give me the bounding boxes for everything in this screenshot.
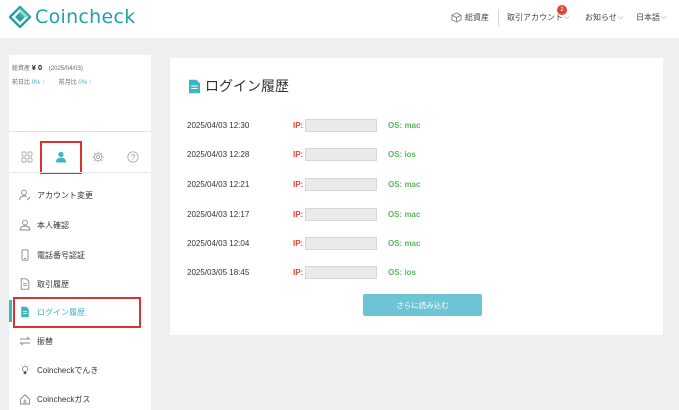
menu-item-label: 本人確認 xyxy=(37,220,69,230)
login-row: 2025/04/03 12:17 IP: OS: mac xyxy=(170,208,663,222)
menu-item-label: 振替 xyxy=(37,336,53,346)
question-icon xyxy=(127,151,139,163)
balance-row: 総資産 ¥ 0 (2025/04/03) xyxy=(12,63,83,72)
ip-label: IP: xyxy=(293,210,304,219)
ip-label: IP: xyxy=(293,239,304,248)
login-datetime: 2025/04/03 12:28 xyxy=(187,150,250,159)
login-datetime: 2025/04/03 12:04 xyxy=(187,239,250,248)
ip-label: IP: xyxy=(293,121,304,130)
notices-dropdown[interactable]: お知らせ ⌵ xyxy=(585,12,623,23)
ip-redacted-box xyxy=(305,178,377,191)
load-more-button[interactable]: さらに読み込む xyxy=(363,294,482,316)
ip-redacted-box xyxy=(305,119,377,132)
sidebar: 総資産 ¥ 0 (2025/04/03) 前日比 0% ↑ 前月比 0% ↑ ア… xyxy=(9,55,151,410)
menu-item-label: 電話番号認証 xyxy=(37,250,85,260)
login-os: OS: mac xyxy=(388,210,421,219)
login-history-panel: ログイン履歴 2025/04/03 12:30 IP: OS: mac 2025… xyxy=(170,58,663,335)
menu-item-label: アカウント変更 xyxy=(37,190,93,200)
grid-icon xyxy=(21,151,33,163)
menu-item-label: Coincheckガス xyxy=(37,394,91,404)
login-row: 2025/03/05 18:45 IP: OS: ios xyxy=(170,266,663,280)
chevron-down-icon: ⌵ xyxy=(564,13,570,21)
login-datetime: 2025/04/03 12:21 xyxy=(187,180,250,189)
menu-item-gas[interactable]: Coincheckガス xyxy=(9,387,151,410)
total-assets-link[interactable]: 総資産 xyxy=(451,12,489,23)
notices-label: お知らせ xyxy=(585,13,617,22)
login-datetime: 2025/04/03 12:30 xyxy=(187,121,250,130)
brand-name: Coincheck xyxy=(35,6,136,28)
coincheck-logo[interactable]: Coincheck xyxy=(9,6,136,28)
prev-month-label: 前月比 xyxy=(58,80,77,86)
language-label: 日本語 xyxy=(636,13,660,22)
document-icon xyxy=(20,278,30,290)
user-edit-icon xyxy=(19,189,31,201)
prev-day-label: 前日比 xyxy=(12,80,31,86)
login-os: OS: ios xyxy=(388,268,417,277)
login-row: 2025/04/03 12:04 IP: OS: mac xyxy=(170,237,663,251)
trade-account-label: 取引アカウント xyxy=(507,13,563,22)
login-row: 2025/04/03 12:21 IP: OS: mac xyxy=(170,178,663,192)
login-datetime: 2025/04/03 12:17 xyxy=(187,210,250,219)
chevron-down-icon: ⌵ xyxy=(617,13,624,21)
ip-redacted-box xyxy=(305,237,377,250)
total-assets-label: 総資産 xyxy=(465,13,489,22)
menu-item-trade-history[interactable]: 取引履歴 xyxy=(9,272,151,296)
tab-dashboard[interactable] xyxy=(18,148,36,166)
login-datetime: 2025/03/05 18:45 xyxy=(187,268,250,277)
total-assets-value: ¥ 0 xyxy=(31,63,43,72)
ip-label: IP: xyxy=(293,268,304,277)
transfer-icon xyxy=(19,336,31,346)
top-header: Coincheck 総資産 取引アカウント ⌵ 2 お知らせ ⌵ 日本語 ⌵ xyxy=(0,0,679,38)
chevron-down-icon: ⌵ xyxy=(661,13,667,21)
prev-month-value: 0% ↑ xyxy=(78,80,92,86)
phone-icon xyxy=(21,249,29,261)
total-assets-caption: 総資産 xyxy=(12,66,31,72)
menu-item-electricity[interactable]: Coincheckでんき xyxy=(9,358,151,382)
coincheck-logo-icon xyxy=(9,6,31,28)
menu-item-identity[interactable]: 本人確認 xyxy=(9,213,151,237)
menu-highlight-box xyxy=(13,297,141,328)
ip-redacted-box xyxy=(305,266,377,279)
lightbulb-icon xyxy=(19,364,31,375)
tab-settings[interactable] xyxy=(89,148,107,166)
menu-item-label: Coincheckでんき xyxy=(37,365,99,375)
tab-highlight-box xyxy=(40,141,82,174)
ip-redacted-box xyxy=(305,148,377,161)
language-dropdown[interactable]: 日本語 ⌵ xyxy=(636,12,666,23)
balance-divider xyxy=(9,131,151,132)
ip-label: IP: xyxy=(293,180,304,189)
login-row: 2025/04/03 12:28 IP: OS: ios xyxy=(170,148,663,162)
user-icon xyxy=(19,219,31,231)
prev-day-value: 0% ↑ xyxy=(31,80,46,86)
login-os: OS: ios xyxy=(388,150,417,159)
page-title: ログイン履歴 xyxy=(188,76,289,96)
page-title-text: ログイン履歴 xyxy=(205,78,289,94)
cube-icon xyxy=(451,12,462,23)
login-os: OS: mac xyxy=(388,121,421,130)
header-divider xyxy=(498,10,499,26)
login-row: 2025/04/03 12:30 IP: OS: mac xyxy=(170,119,663,133)
gear-icon xyxy=(92,151,104,163)
login-os: OS: mac xyxy=(388,180,421,189)
login-os: OS: mac xyxy=(388,239,421,248)
menu-item-label: 取引履歴 xyxy=(37,279,69,289)
ip-label: IP: xyxy=(293,150,304,159)
tab-help[interactable] xyxy=(124,148,142,166)
menu-item-transfer[interactable]: 振替 xyxy=(9,329,151,353)
change-row: 前日比 0% ↑ 前月比 0% ↑ xyxy=(12,77,92,86)
ip-redacted-box xyxy=(305,208,377,221)
tabs-divider xyxy=(9,172,151,173)
menu-item-phone[interactable]: 電話番号認証 xyxy=(9,243,151,267)
menu-item-account-change[interactable]: アカウント変更 xyxy=(9,183,151,207)
balance-date: (2025/04/03) xyxy=(48,66,83,72)
document-filled-icon xyxy=(189,79,200,93)
gas-icon xyxy=(20,394,30,405)
notification-badge: 2 xyxy=(557,5,567,15)
